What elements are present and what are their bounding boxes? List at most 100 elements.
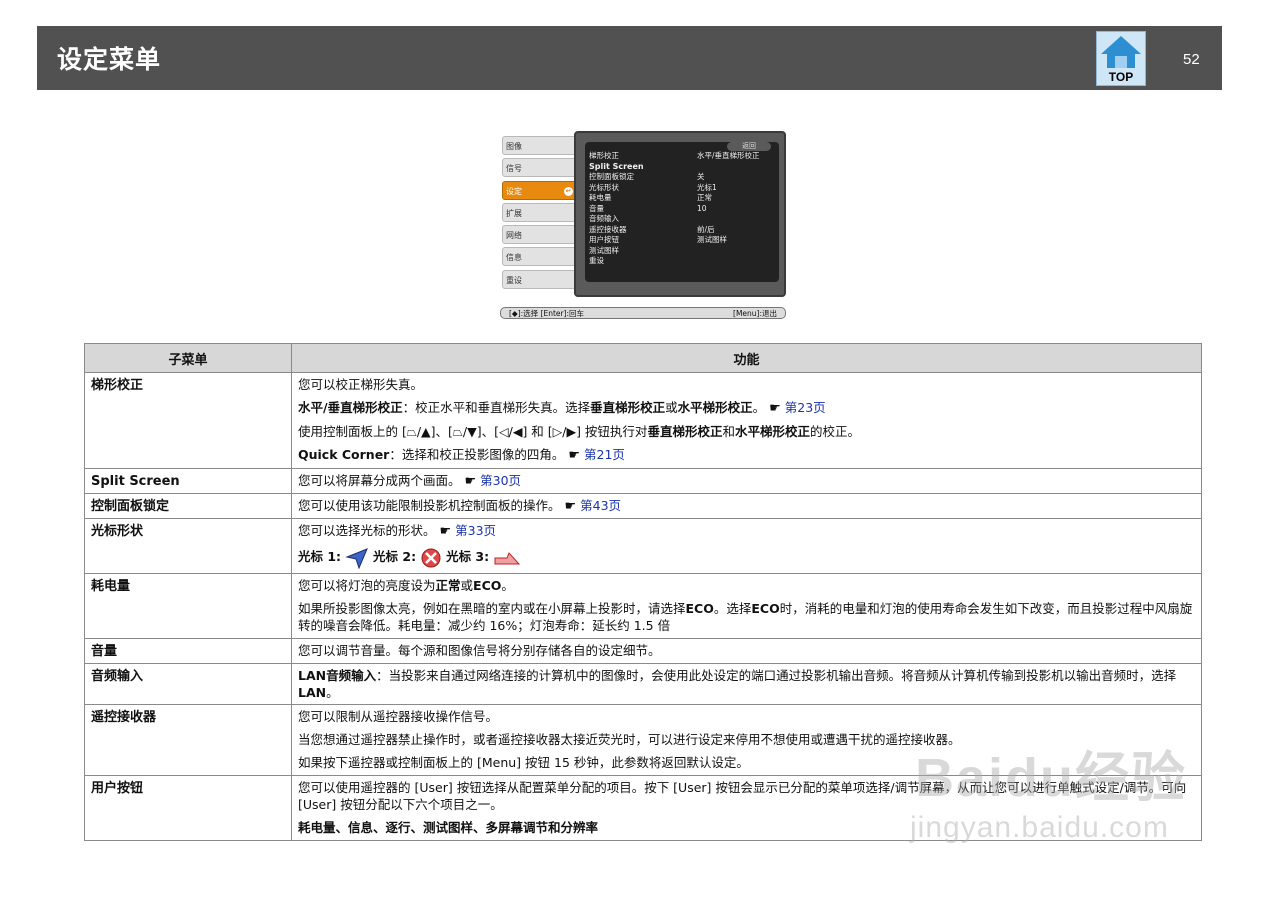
term: ECO	[473, 577, 502, 593]
osd-row: 耗电量 正常	[589, 193, 777, 204]
text: 您可以将屏幕分成两个画面。	[298, 473, 461, 488]
row-name: 耗电量	[84, 572, 292, 639]
table-row: 梯形校正 您可以校正梯形失真。 水平/垂直梯形校正：校正水平和垂直梯形失真。选择…	[84, 372, 1202, 469]
page-link[interactable]: 第33页	[455, 523, 496, 538]
term: ECO	[685, 600, 714, 616]
submenu-table: 子菜单 功能 梯形校正 您可以校正梯形失真。 水平/垂直梯形校正：校正水平和垂直…	[84, 343, 1202, 841]
osd-row-label: 测试图样	[589, 245, 619, 255]
osd-menu-screenshot: 图像 信号 设定 ↵ 扩展 网络 信息 重设 返回 梯形校正 水平/垂直梯形校正 S…	[500, 129, 790, 321]
cross-cursor-icon	[421, 548, 441, 567]
term: 水平/垂直梯形校正	[298, 400, 403, 415]
bar-cursor-icon	[494, 551, 521, 564]
osd-row-label: 耗电量	[589, 193, 612, 202]
top-button[interactable]: TOP	[1096, 31, 1146, 86]
desc-line: 水平/垂直梯形校正：校正水平和垂直梯形失真。选择垂直梯形校正或水平梯形校正。 ☛…	[298, 399, 1195, 417]
osd-back: 返回	[727, 142, 771, 151]
row-description: 您可以限制从遥控器接收操作信号。 当您想通过遥控器禁止操作时，或者遥控接收器太接…	[291, 703, 1202, 776]
osd-row-value: 前/后	[697, 224, 715, 234]
term: LAN音频输入	[298, 667, 377, 683]
osd-row: 用户按钮 测试图样	[589, 235, 777, 246]
osd-row: 测试图样	[589, 246, 777, 257]
text: 您可以将灯泡的亮度设为	[298, 577, 436, 593]
osd-row-value: 测试图样	[697, 235, 727, 244]
row-description: 您可以选择光标的形状。 ☛ 第33页 光标 1: 光标 2: 光标 3:	[291, 518, 1202, 574]
row-name: 光标形状	[84, 518, 292, 574]
desc-line: 如果所投影图像太亮，例如在黑暗的室内或在小屏幕上投影时，请选择ECO。选择ECO…	[298, 600, 1195, 634]
row-name: 音频输入	[84, 662, 292, 705]
row-description: LAN音频输入：当投影来自通过网络连接的计算机中的图像时，会使用此处设定的端口通…	[291, 662, 1202, 705]
osd-row-value: 正常	[697, 193, 712, 202]
term: 正常	[435, 577, 461, 593]
row-name: 音量	[84, 637, 292, 664]
page-link[interactable]: 第23页	[785, 400, 826, 415]
table-row: 用户按钮 您可以使用遥控器的 [User] 按钮选择从配置菜单分配的项目。按下 …	[84, 774, 1202, 841]
desc-line: 光标 1: 光标 2: 光标 3:	[298, 546, 1195, 569]
osd-tab-label: 设定	[506, 186, 522, 196]
term: 垂直梯形校正	[590, 400, 666, 415]
table-row: 音量 您可以调节音量。每个源和图像信号将分别存储各自的设定细节。	[84, 637, 1202, 664]
term: 水平梯形校正	[734, 424, 810, 439]
osd-tab: 图像	[502, 136, 578, 155]
text: ：当投影来自通过网络连接的计算机中的图像时，会使用此处设定的端口通过投影机输出音…	[376, 667, 1177, 683]
row-description: 您可以将屏幕分成两个画面。 ☛ 第30页	[291, 468, 1202, 494]
row-name: 控制面板锁定	[84, 493, 292, 519]
desc-line: 您可以将灯泡的亮度设为正常或ECO。	[298, 577, 1195, 594]
osd-row-label: 梯形校正	[589, 151, 619, 160]
term: ECO	[751, 600, 780, 616]
table-row: 光标形状 您可以选择光标的形状。 ☛ 第33页 光标 1: 光标 2: 光标 3…	[84, 518, 1202, 574]
osd-row-value: 10	[697, 203, 707, 213]
osd-row-label: 音量	[589, 203, 604, 213]
desc-line: 如果按下遥控器或控制面板上的 [Menu] 按钮 15 秒钟，此参数将返回默认设…	[298, 754, 749, 770]
text: 您可以选择光标的形状。	[298, 523, 436, 538]
row-name: 梯形校正	[84, 372, 292, 469]
desc-line: 您可以选择光标的形状。 ☛ 第33页	[298, 522, 1195, 540]
osd-row: 控制面板锁定 关	[589, 172, 777, 183]
osd-row: 重设	[589, 256, 777, 267]
column-header-submenu: 子菜单	[84, 343, 292, 373]
text: 的校正。	[809, 424, 860, 439]
text: 您可以使用该功能限制投影机控制面板的操作。	[298, 498, 561, 513]
table-header-row: 子菜单 功能	[84, 343, 1202, 373]
desc-line: 您可以限制从遥控器接收操作信号。	[298, 708, 499, 724]
page-link[interactable]: 第21页	[584, 447, 625, 462]
table-row: 遥控接收器 您可以限制从遥控器接收操作信号。 当您想通过遥控器禁止操作时，或者遥…	[84, 703, 1202, 776]
text: ：选择和校正投影图像的四角。	[389, 447, 565, 462]
text: 使用控制面板上的 [⏢/▲]、[⏢/▼]、[◁/◀] 和 [▷/▶] 按钮执行对	[298, 424, 648, 439]
cursor-label: 光标 1:	[298, 549, 342, 564]
osd-row-label: 用户按钮	[589, 235, 619, 244]
term: 水平梯形校正	[677, 400, 753, 415]
osd-row: 遥控接收器 前/后	[589, 225, 777, 236]
page-link[interactable]: 第43页	[580, 498, 621, 513]
osd-row: 音量 10	[589, 204, 777, 215]
text: 。	[752, 400, 766, 415]
pointing-hand-icon: ☛	[564, 499, 577, 514]
osd-row: Split Screen	[589, 162, 777, 173]
osd-row-label: Split Screen	[589, 161, 644, 171]
osd-help-left: [◆]:选择 [Enter]:回车	[509, 309, 585, 318]
row-description: 您可以使用该功能限制投影机控制面板的操作。 ☛ 第43页	[291, 493, 1202, 519]
osd-row: 光标形状 光标1	[589, 183, 777, 194]
row-description: 您可以校正梯形失真。 水平/垂直梯形校正：校正水平和垂直梯形失真。选择垂直梯形校…	[291, 372, 1202, 469]
osd-tab: 网络	[502, 225, 578, 245]
osd-row-value: 关	[697, 172, 705, 181]
osd-row: 音频输入	[589, 214, 777, 225]
desc-line: Quick Corner：选择和校正投影图像的四角。 ☛ 第21页	[298, 446, 1195, 464]
row-name: 遥控接收器	[84, 703, 292, 776]
text: 。	[501, 577, 514, 593]
osd-tab-active: 设定 ↵	[502, 180, 578, 200]
desc-line: 当您想通过遥控器禁止操作时，或者遥控接收器太接近荧光时，可以进行设定来停用不想使…	[298, 731, 961, 747]
row-name: Split Screen	[84, 468, 292, 494]
desc-line: 耗电量、信息、逐行、测试图样、多屏幕调节和分辨率	[298, 819, 599, 835]
osd-row-label: 重设	[589, 256, 604, 265]
arrow-cursor-icon	[345, 547, 368, 569]
cursor-label: 光标 3:	[446, 549, 490, 564]
osd-row-label: 遥控接收器	[589, 224, 627, 234]
osd-row-value: 水平/垂直梯形校正	[697, 151, 760, 160]
pointing-hand-icon: ☛	[568, 448, 581, 463]
page-link[interactable]: 第30页	[480, 473, 521, 488]
table-row: 控制面板锁定 您可以使用该功能限制投影机控制面板的操作。 ☛ 第43页	[84, 493, 1202, 519]
desc-line: 使用控制面板上的 [⏢/▲]、[⏢/▼]、[◁/◀] 和 [▷/▶] 按钮执行对…	[298, 423, 1195, 440]
osd-row-label: 控制面板锁定	[589, 172, 634, 181]
text: 。选择	[713, 600, 752, 616]
osd-tab: 信息	[502, 247, 578, 267]
